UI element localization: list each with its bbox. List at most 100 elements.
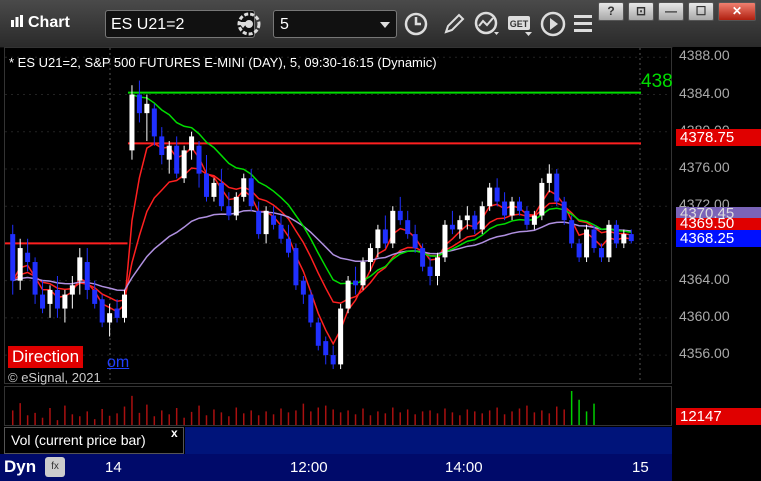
time-label: 12:00 — [290, 459, 328, 476]
chevron-down-icon[interactable] — [380, 22, 390, 28]
volume-bar — [324, 405, 327, 425]
minimize-button[interactable]: — — [658, 2, 684, 21]
volume-label-text: Vol (current price bar) — [11, 432, 146, 448]
volume-bar — [414, 414, 416, 425]
volume-bar — [41, 417, 44, 425]
volume-bar — [578, 399, 580, 425]
bull-candle — [77, 257, 83, 281]
volume-bar — [526, 405, 528, 425]
price-tick-label: 4384.00 — [679, 84, 730, 101]
bear-candle — [524, 210, 530, 225]
bear-candle — [256, 210, 262, 235]
bear-candle — [494, 187, 500, 202]
chart-header: * ES U21=2, S&P 500 FUTURES E-MINI (DAY)… — [9, 55, 437, 70]
time-label: 14:00 — [445, 459, 483, 476]
restore-button[interactable]: ⊡ — [628, 2, 654, 21]
price-tick-label: 4364.00 — [679, 270, 730, 287]
time-label: 15 — [632, 459, 649, 476]
bear-candle — [174, 145, 180, 174]
volume-bar — [175, 408, 178, 425]
bear-candle — [569, 220, 575, 244]
close-button[interactable]: ✕ — [718, 2, 756, 21]
volume-bar — [56, 420, 59, 425]
bear-candle — [196, 145, 202, 174]
volume-bar — [369, 415, 372, 425]
volume-bar — [570, 391, 573, 425]
bear-candle — [114, 308, 120, 318]
dynamic-label[interactable]: Dyn — [4, 457, 36, 477]
bear-candle — [218, 182, 224, 207]
bull-candle — [375, 229, 381, 249]
volume-bar — [317, 407, 320, 425]
chart-toolbar: Chart ES U21=2 5 GET ? ⊡ — ☐ ✕ — [0, 0, 761, 48]
bear-candle — [92, 289, 98, 304]
volume-bar — [310, 411, 312, 425]
volume-bar — [541, 410, 543, 425]
volume-bar — [377, 411, 379, 425]
volume-bar — [272, 414, 275, 425]
bear-candle — [226, 206, 232, 216]
volume-bar — [108, 415, 111, 425]
bear-candle — [628, 234, 634, 242]
pencil-icon[interactable] — [440, 10, 468, 38]
volume-bar — [287, 412, 290, 425]
get-icon[interactable]: GET — [506, 10, 534, 38]
symbol-input[interactable]: ES U21=2 — [105, 10, 255, 38]
volume-bar — [354, 414, 357, 425]
symbol-settings-icon[interactable] — [235, 10, 263, 38]
volume-bar — [205, 415, 208, 425]
bull-candle — [263, 210, 269, 235]
chart-app-icon — [11, 15, 23, 27]
bear-candle — [248, 178, 254, 207]
bull-candle — [345, 280, 351, 309]
study-icon[interactable] — [473, 10, 501, 38]
volume-panel[interactable] — [4, 386, 672, 426]
bear-candle — [285, 238, 291, 253]
clock-icon[interactable] — [402, 10, 430, 38]
price-plot[interactable] — [4, 47, 672, 384]
link-text[interactable]: om — [107, 354, 129, 372]
volume-bar — [235, 407, 238, 425]
bull-candle — [17, 248, 23, 281]
time-axis[interactable]: Dyn fx 14 12:00 14:00 15 — [0, 454, 672, 481]
bull-candle — [546, 173, 552, 183]
red-overlap-tag: 4369.50 — [676, 218, 761, 230]
volume-bar — [280, 408, 282, 425]
bull-candle — [464, 215, 470, 221]
bull-candle — [129, 94, 135, 151]
bull-candle — [181, 150, 187, 179]
volume-bar — [459, 415, 461, 425]
bull-candle — [107, 313, 113, 323]
direction-label[interactable]: Direction — [8, 346, 84, 368]
volume-bar — [116, 413, 118, 425]
bear-candle — [315, 322, 321, 346]
volume-bar — [451, 412, 454, 425]
play-icon[interactable] — [539, 10, 567, 38]
volume-bar — [384, 413, 387, 425]
menu-icon[interactable] — [571, 10, 599, 38]
volume-label[interactable]: Vol (current price bar) — [4, 427, 184, 454]
help-button[interactable]: ? — [598, 2, 624, 21]
bear-candle — [561, 201, 567, 221]
volume-bar — [64, 405, 66, 425]
bear-candle — [40, 294, 46, 309]
bear-candle — [300, 280, 306, 295]
fx-icon[interactable]: fx — [45, 457, 65, 477]
price-chart[interactable] — [5, 48, 671, 383]
volume-bar — [243, 413, 245, 425]
maximize-button[interactable]: ☐ — [688, 2, 714, 21]
volume-bar — [556, 406, 558, 425]
bull-candle — [584, 229, 590, 258]
volume-bar — [123, 406, 126, 425]
bear-candle — [412, 234, 418, 249]
green-level-label: 438 — [641, 71, 673, 92]
interval-input[interactable]: 5 — [273, 10, 397, 38]
volume-bar — [488, 410, 491, 425]
svg-text:GET: GET — [510, 19, 529, 29]
bear-candle — [449, 224, 455, 230]
bear-candle — [99, 299, 105, 323]
price-tick-label: 4376.00 — [679, 158, 730, 175]
volume-bar — [228, 416, 230, 425]
copyright: © eSignal, 2021 — [8, 370, 101, 385]
volume-close-icon[interactable]: x — [171, 426, 178, 440]
